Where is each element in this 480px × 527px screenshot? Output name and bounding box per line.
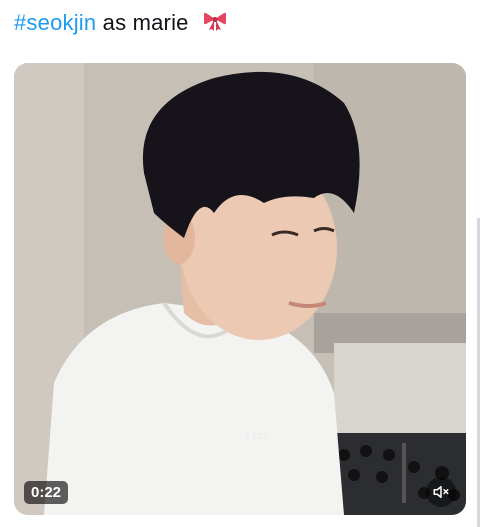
- post-body-text: as marie: [102, 10, 189, 35]
- video-player[interactable]: zjin 0:22: [14, 63, 466, 515]
- video-duration-badge: 0:22: [24, 481, 69, 504]
- video-frame: zjin: [14, 63, 466, 515]
- ribbon-icon: [203, 10, 227, 38]
- speaker-muted-icon: [433, 486, 449, 498]
- mute-button[interactable]: [426, 477, 456, 507]
- hashtag-link[interactable]: #seokjin: [14, 10, 96, 35]
- tweet-text: #seokjin as marie: [14, 10, 227, 38]
- watermark-text: zjin: [244, 431, 270, 443]
